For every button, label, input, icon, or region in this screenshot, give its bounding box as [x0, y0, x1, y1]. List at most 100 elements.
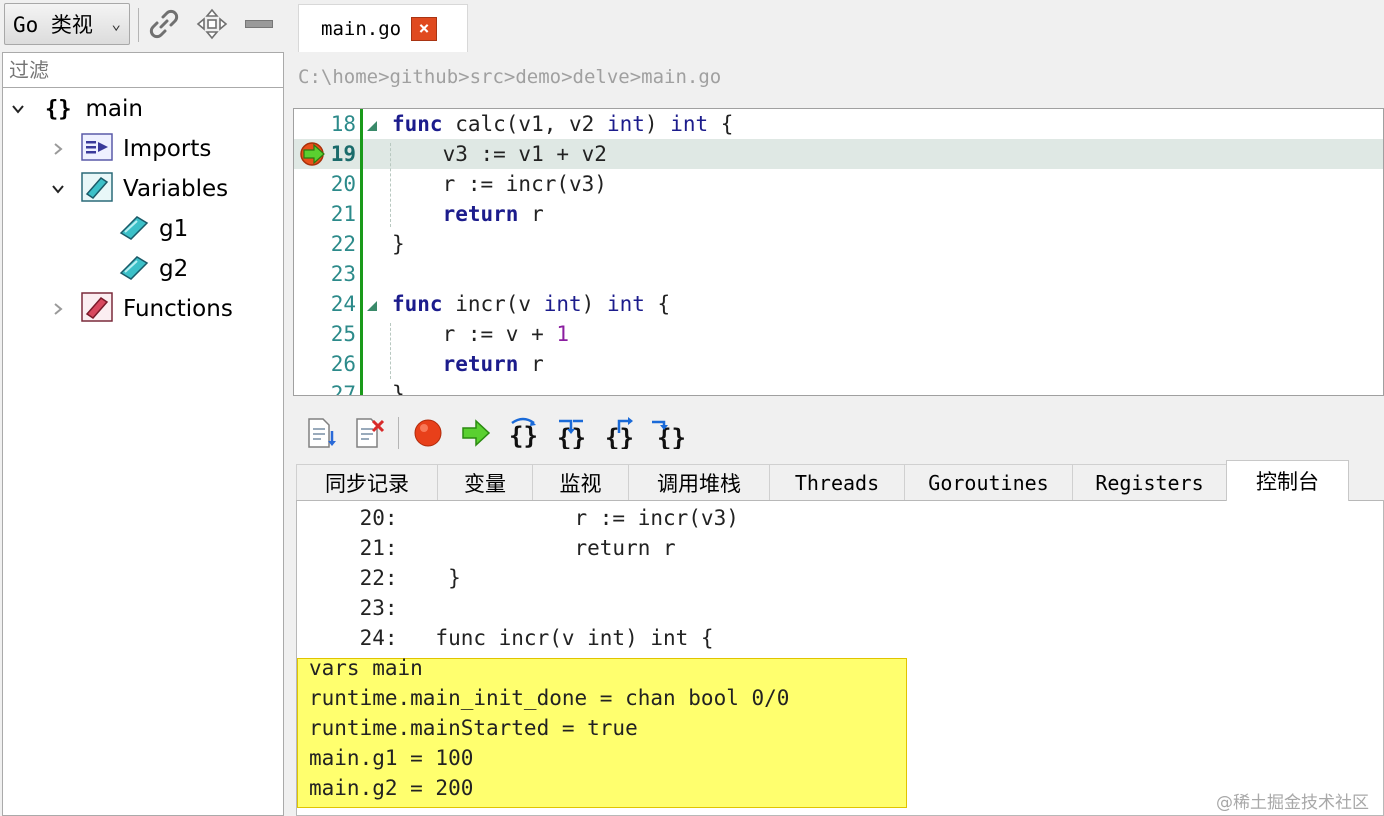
code-text: r := incr(v3): [392, 172, 607, 196]
code-text: func incr(v int) int {: [392, 292, 671, 316]
console-output-line: main.g2 = 200: [309, 776, 474, 800]
record-icon[interactable]: [407, 412, 449, 454]
close-icon[interactable]: ×: [411, 16, 438, 41]
chevron-down-icon[interactable]: [11, 102, 25, 116]
console-source-line: 22: }: [309, 566, 461, 590]
tree-node-g1[interactable]: g1: [119, 210, 188, 248]
tree-node-functions[interactable]: Functions: [51, 290, 233, 328]
toolbar-divider: [138, 8, 139, 42]
fold-bar: [360, 109, 363, 395]
debug-toolbar: {} {} {} {}: [294, 408, 694, 458]
code-line: 26 return r: [294, 349, 1383, 379]
minimize-icon[interactable]: [242, 6, 276, 42]
console-output-line: vars main: [309, 656, 423, 680]
code-editor[interactable]: 18 func calc(v1, v2 int) int { 19 v3 := …: [293, 108, 1384, 396]
line-number: 27: [330, 382, 356, 396]
code-text: v3 := v1 + v2: [392, 142, 607, 166]
line-number: 24: [330, 292, 356, 316]
line-number: 21: [330, 202, 356, 226]
console-source-line: 20: r := incr(v3): [309, 506, 739, 530]
code-line: 22 }: [294, 229, 1383, 259]
console-source-line: 21: return r: [309, 536, 676, 560]
functions-folder-icon: [81, 292, 113, 326]
tree-label-variables: Variables: [123, 176, 229, 202]
tab-sync-log[interactable]: 同步记录: [296, 464, 438, 500]
tab-goroutines[interactable]: Goroutines: [904, 464, 1073, 500]
code-line: 25 r := v + 1: [294, 319, 1383, 349]
step-over-icon[interactable]: {}: [503, 412, 545, 454]
code-line: 18 func calc(v1, v2 int) int {: [294, 109, 1383, 139]
code-text: func calc(v1, v2 int) int {: [392, 112, 734, 136]
filter-input[interactable]: [2, 52, 284, 88]
tree-label-imports: Imports: [123, 136, 212, 162]
variables-folder-icon: [81, 172, 113, 206]
code-line: 24 func incr(v int) int {: [294, 289, 1383, 319]
code-text: return r: [442, 352, 544, 376]
console-source-line: 23:: [309, 596, 398, 620]
symbol-tree[interactable]: {} main Imports Variables g1 g2 Function…: [2, 88, 284, 816]
file-down-icon[interactable]: [300, 412, 342, 454]
code-text: r := v + 1: [392, 322, 570, 346]
step-return-icon[interactable]: {}: [646, 412, 688, 454]
package-braces-icon: {}: [45, 96, 72, 122]
line-number: 18: [330, 112, 356, 136]
editor-tab-title: main.go: [321, 17, 402, 40]
tree-node-main[interactable]: {} main: [11, 90, 143, 128]
tab-threads[interactable]: Threads: [769, 464, 905, 500]
tree-node-imports[interactable]: Imports: [51, 130, 211, 168]
fold-marker-icon[interactable]: [366, 297, 378, 316]
console-output-line: runtime.mainStarted = true: [309, 716, 638, 740]
line-number: 20: [330, 172, 356, 196]
chevron-right-icon[interactable]: [51, 302, 65, 316]
tab-console[interactable]: 控制台: [1226, 460, 1349, 501]
line-number: 26: [330, 352, 356, 376]
code-line-current: 19 v3 := v1 + v2: [294, 139, 1383, 169]
code-line: 23: [294, 259, 1383, 289]
console-source-line: 24: func incr(v int) int {: [309, 626, 714, 650]
file-delete-icon[interactable]: [348, 412, 390, 454]
code-line: 21 return r: [294, 199, 1383, 229]
variable-icon: [119, 253, 149, 285]
chevron-down-icon[interactable]: [51, 182, 65, 196]
tab-variables[interactable]: 变量: [437, 464, 533, 500]
continue-arrow-icon[interactable]: [455, 412, 497, 454]
chevron-down-icon: ⌄: [111, 14, 121, 33]
indent-guide: [390, 323, 392, 379]
code-text: return r: [442, 202, 544, 226]
code-text: }: [392, 382, 405, 396]
fold-marker-icon[interactable]: [366, 117, 378, 136]
variable-icon: [119, 213, 149, 245]
line-number: 19: [330, 142, 356, 166]
tab-call-stack[interactable]: 调用堆栈: [628, 464, 770, 500]
step-into-icon[interactable]: {}: [550, 412, 592, 454]
code-line: 27 }: [294, 379, 1383, 396]
svg-text:{}: {}: [657, 424, 684, 449]
console-output-line: main.g1 = 100: [309, 746, 474, 770]
line-number: 22: [330, 232, 356, 256]
svg-text:{}: {}: [509, 422, 538, 449]
code-text: }: [392, 232, 405, 256]
toolbar-divider: [397, 417, 399, 449]
code-line: 20 r := incr(v3): [294, 169, 1383, 199]
move-arrows-icon[interactable]: [194, 6, 230, 42]
line-number: 25: [330, 322, 356, 346]
link-icon[interactable]: [146, 6, 182, 42]
view-selector-combo[interactable]: Go 类视 ⌄: [4, 3, 130, 45]
tree-node-g2[interactable]: g2: [119, 250, 188, 288]
tab-watch[interactable]: 监视: [532, 464, 629, 500]
imports-icon: [81, 133, 113, 165]
tab-registers[interactable]: Registers: [1072, 464, 1227, 500]
line-number: 23: [330, 262, 356, 286]
file-path-breadcrumb: C:\home>github>src>demo>delve>main.go: [298, 66, 722, 88]
watermark: @稀土掘金技术社区: [1216, 793, 1369, 813]
console-output[interactable]: 20: r := incr(v3) 21: return r 22: } 23:…: [296, 500, 1384, 816]
tree-label-g1: g1: [159, 216, 189, 242]
debug-panel-tabs: 同步记录 变量 监视 调用堆栈 Threads Goroutines Regis…: [296, 460, 1384, 501]
tree-label-g2: g2: [159, 256, 189, 282]
editor-tab-main-go[interactable]: main.go ×: [298, 4, 468, 52]
tree-label-main: main: [85, 96, 143, 122]
tree-node-variables[interactable]: Variables: [51, 170, 228, 208]
chevron-right-icon[interactable]: [51, 142, 65, 156]
step-out-icon[interactable]: {}: [598, 412, 640, 454]
view-selector-label: Go 类视: [13, 13, 93, 37]
